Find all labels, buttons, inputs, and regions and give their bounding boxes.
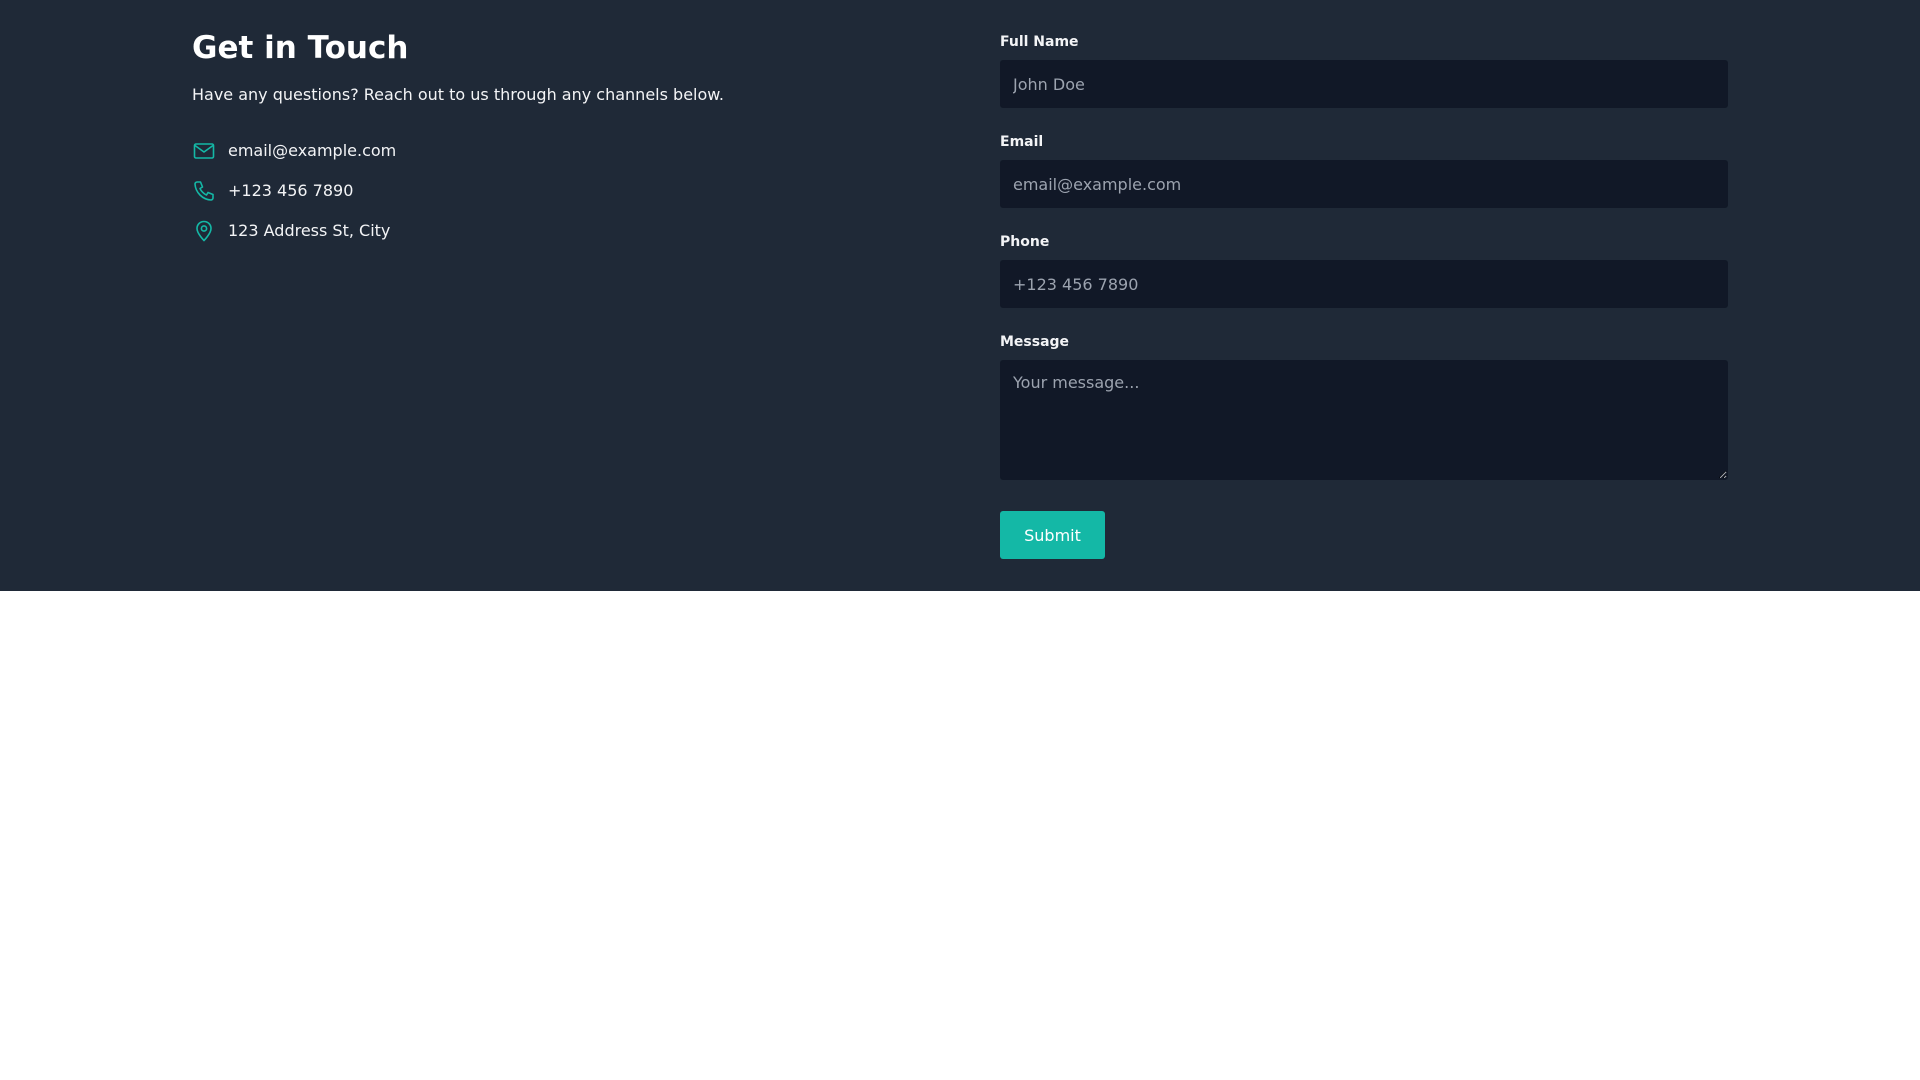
contact-address-text: 123 Address St, City	[228, 221, 391, 240]
page-title: Get in Touch	[192, 30, 409, 66]
map-pin-icon	[192, 219, 216, 243]
phone-input[interactable]	[1000, 260, 1728, 308]
email-input[interactable]	[1000, 160, 1728, 208]
contact-email-text: email@example.com	[228, 141, 397, 160]
mail-icon	[192, 139, 216, 163]
full-name-input[interactable]	[1000, 60, 1728, 108]
page-subtitle: Have any questions? Reach out to us thro…	[192, 85, 724, 104]
email-label: Email	[1000, 134, 1044, 150]
submit-button[interactable]: Submit	[1000, 511, 1105, 559]
contact-item-address: 123 Address St, City	[192, 218, 390, 244]
contact-phone-text: +123 456 7890	[228, 181, 354, 200]
message-textarea[interactable]	[1000, 360, 1728, 480]
phone-icon	[192, 179, 216, 203]
phone-label: Phone	[1000, 234, 1050, 250]
contact-item-phone: +123 456 7890	[192, 178, 353, 204]
message-label: Message	[1000, 334, 1070, 350]
full-name-label: Full Name	[1000, 34, 1079, 50]
contact-section: Get in Touch Have any questions? Reach o…	[0, 0, 1920, 591]
contact-item-email: email@example.com	[192, 138, 396, 164]
